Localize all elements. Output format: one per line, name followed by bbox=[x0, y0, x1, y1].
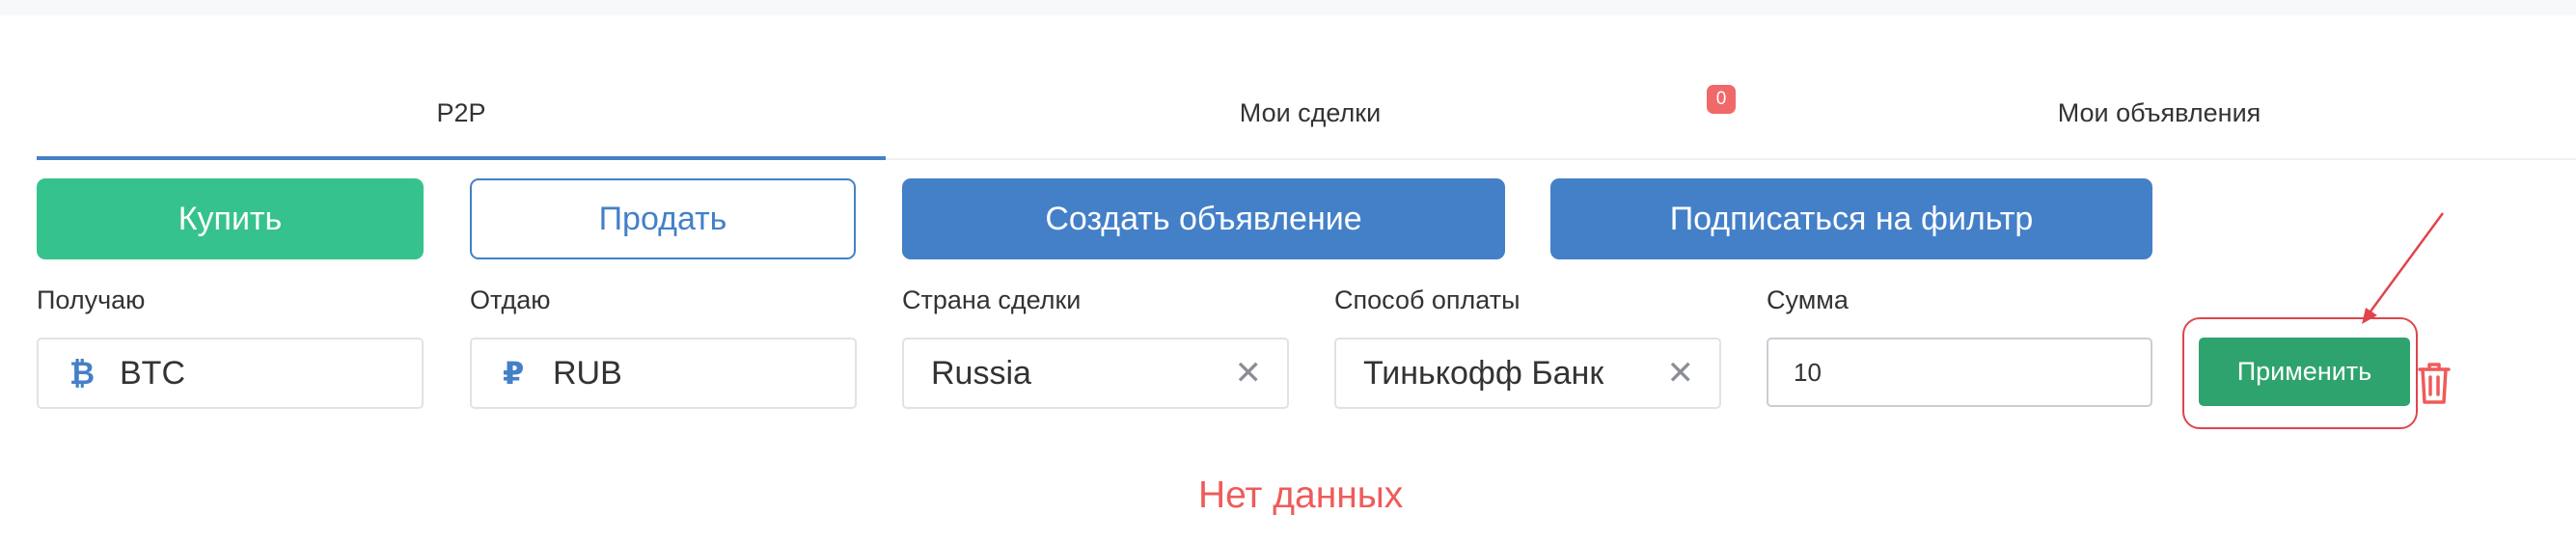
tab-p2p[interactable]: P2P bbox=[37, 92, 886, 135]
receive-currency-value: BTC bbox=[120, 355, 185, 392]
apply-button[interactable]: Применить bbox=[2199, 338, 2410, 406]
give-currency-value: RUB bbox=[553, 355, 622, 392]
trash-icon[interactable] bbox=[2417, 361, 2452, 405]
tab-my-ads[interactable]: Мои объявления bbox=[1735, 92, 2576, 135]
clear-payment-icon[interactable]: ✕ bbox=[1667, 339, 1695, 407]
amount-input[interactable] bbox=[1767, 338, 2152, 407]
empty-state-text: Нет данных bbox=[1198, 474, 1404, 516]
bitcoin-icon: ₿ bbox=[69, 356, 96, 391]
active-tab-indicator bbox=[37, 156, 886, 160]
top-strip bbox=[0, 0, 2576, 15]
give-label: Отдаю bbox=[470, 285, 551, 314]
create-ad-button[interactable]: Создать объявление bbox=[902, 178, 1505, 259]
payment-method-value: Тинькофф Банк bbox=[1363, 355, 1604, 392]
country-label: Страна сделки bbox=[902, 285, 1082, 314]
country-value: Russia bbox=[931, 355, 1031, 392]
subscribe-filter-button[interactable]: Подписаться на фильтр bbox=[1550, 178, 2152, 259]
sell-button[interactable]: Продать bbox=[470, 178, 856, 259]
country-select[interactable]: Russia ✕ bbox=[902, 338, 1289, 409]
buy-button[interactable]: Купить bbox=[37, 178, 424, 259]
tab-my-deals[interactable]: Мои сделки bbox=[886, 92, 1735, 135]
amount-label: Сумма bbox=[1767, 285, 1849, 314]
receive-label: Получаю bbox=[37, 285, 146, 314]
clear-country-icon[interactable]: ✕ bbox=[1235, 339, 1263, 407]
payment-label: Способ оплаты bbox=[1334, 285, 1521, 314]
ruble-icon: ₽ bbox=[503, 356, 525, 391]
annotation-arrow bbox=[2362, 212, 2445, 324]
give-currency-select[interactable]: ₽ RUB bbox=[470, 338, 857, 409]
receive-currency-select[interactable]: ₿ BTC bbox=[37, 338, 424, 409]
payment-method-select[interactable]: Тинькофф Банк ✕ bbox=[1334, 338, 1721, 409]
deals-count-badge: 0 bbox=[1707, 85, 1736, 114]
